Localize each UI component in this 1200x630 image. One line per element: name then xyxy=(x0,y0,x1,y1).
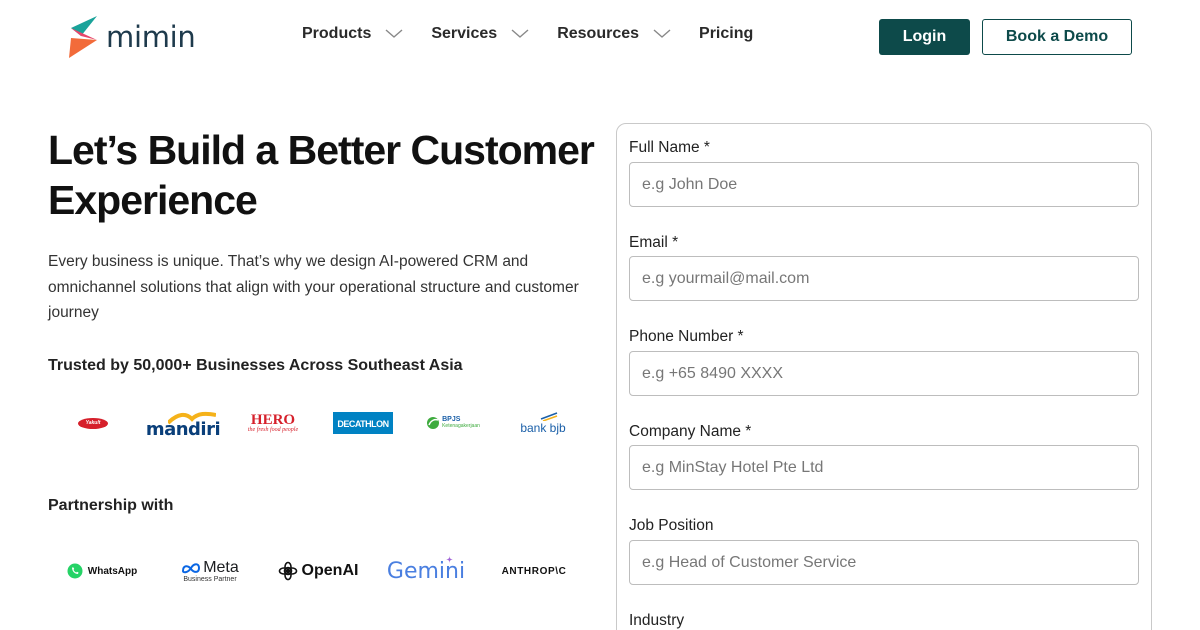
chevron-down-icon xyxy=(653,29,671,38)
industry-label: Industry xyxy=(629,612,685,629)
company-name-label: Company Name * xyxy=(629,423,752,440)
trusted-label: Trusted by 50,000+ Businesses Across Sou… xyxy=(48,357,463,374)
menu-products-label: Products xyxy=(302,25,372,42)
whatsapp-text: WhatsApp xyxy=(87,565,138,577)
client-logo-hero: HERO the fresh food people xyxy=(228,403,318,443)
chevron-down-icon xyxy=(385,29,403,38)
menu-products[interactable]: Products xyxy=(302,25,403,43)
bpjs-tagline: Ketenagakerjaan xyxy=(442,423,480,429)
client-logo-decathlon: DECATHLON xyxy=(318,403,408,443)
company-name-input[interactable] xyxy=(629,445,1139,490)
partner-logos: WhatsApp Meta Business Partner OpenAI Ge… xyxy=(48,550,588,592)
bjb-text: bank bjb xyxy=(520,421,566,435)
client-logo-yakult: Yakult xyxy=(48,403,138,443)
decathlon-text: DECATHLON xyxy=(337,419,389,429)
phone-input[interactable] xyxy=(629,351,1139,396)
hero-title-line1: Let’s Build a Better Customer xyxy=(48,127,595,173)
job-position-input[interactable] xyxy=(629,540,1139,585)
yakult-text: Yakult xyxy=(85,420,101,426)
partner-logo-whatsapp: WhatsApp xyxy=(48,551,156,591)
openai-text: OpenAI xyxy=(301,562,359,579)
top-navigation: mimin Products Services Resources Pricin… xyxy=(0,0,1200,74)
menu-services-label: Services xyxy=(431,25,498,42)
login-button[interactable]: Login xyxy=(879,19,970,55)
menu-resources-label: Resources xyxy=(557,25,640,42)
menu-pricing[interactable]: Pricing xyxy=(699,25,753,43)
job-position-label: Job Position xyxy=(629,517,714,534)
phone-label: Phone Number * xyxy=(629,328,744,345)
partner-logo-anthropic: ANTHROP\C xyxy=(480,551,588,591)
menu-resources[interactable]: Resources xyxy=(557,25,671,43)
hero-title: Let’s Build a Better Customer Experience xyxy=(48,125,608,225)
bpjs-leaf-icon xyxy=(427,417,440,429)
partner-logo-meta: Meta Business Partner xyxy=(156,551,264,591)
mimin-logo-icon xyxy=(69,16,97,58)
hero-title-line2: Experience xyxy=(48,177,258,223)
meta-infinity-icon xyxy=(182,562,201,573)
partner-logo-openai: OpenAI xyxy=(264,551,372,591)
hero-tagline: the fresh food people xyxy=(247,427,299,433)
email-label: Email * xyxy=(629,234,679,251)
brand-name: mimin xyxy=(106,20,196,54)
meta-tagline: Business Partner xyxy=(183,576,237,583)
brand-logo[interactable]: mimin xyxy=(67,16,196,58)
whatsapp-icon xyxy=(67,563,83,579)
openai-icon xyxy=(278,561,297,581)
meta-text: Meta xyxy=(203,559,239,576)
client-logo-mandiri: mandiri xyxy=(138,403,228,443)
mandiri-wave-icon xyxy=(168,411,216,425)
hero-text: HERO xyxy=(250,412,296,428)
client-logos: Yakult mandiri HERO the fresh food peopl… xyxy=(48,400,588,446)
menu-pricing-label: Pricing xyxy=(699,25,754,42)
book-demo-button[interactable]: Book a Demo xyxy=(982,19,1132,55)
gemini-sparkle-icon xyxy=(445,555,454,564)
partnership-label: Partnership with xyxy=(48,497,174,514)
full-name-input[interactable] xyxy=(629,162,1139,207)
client-logo-bpjs: BPJS Ketenagakerjaan xyxy=(408,403,498,443)
bjb-swoosh-icon xyxy=(540,412,558,421)
menu-services[interactable]: Services xyxy=(431,25,529,43)
client-logo-bjb: bank bjb xyxy=(498,403,588,443)
hero-description: Every business is unique. That’s why we … xyxy=(48,253,579,321)
full-name-label: Full Name * xyxy=(629,139,710,156)
partner-logo-gemini: Gemini xyxy=(372,551,480,591)
main-menu: Products Services Resources Pricing xyxy=(302,25,781,43)
anthropic-text: ANTHROP\C xyxy=(501,565,567,577)
email-input[interactable] xyxy=(629,256,1139,301)
chevron-down-icon xyxy=(511,29,529,38)
